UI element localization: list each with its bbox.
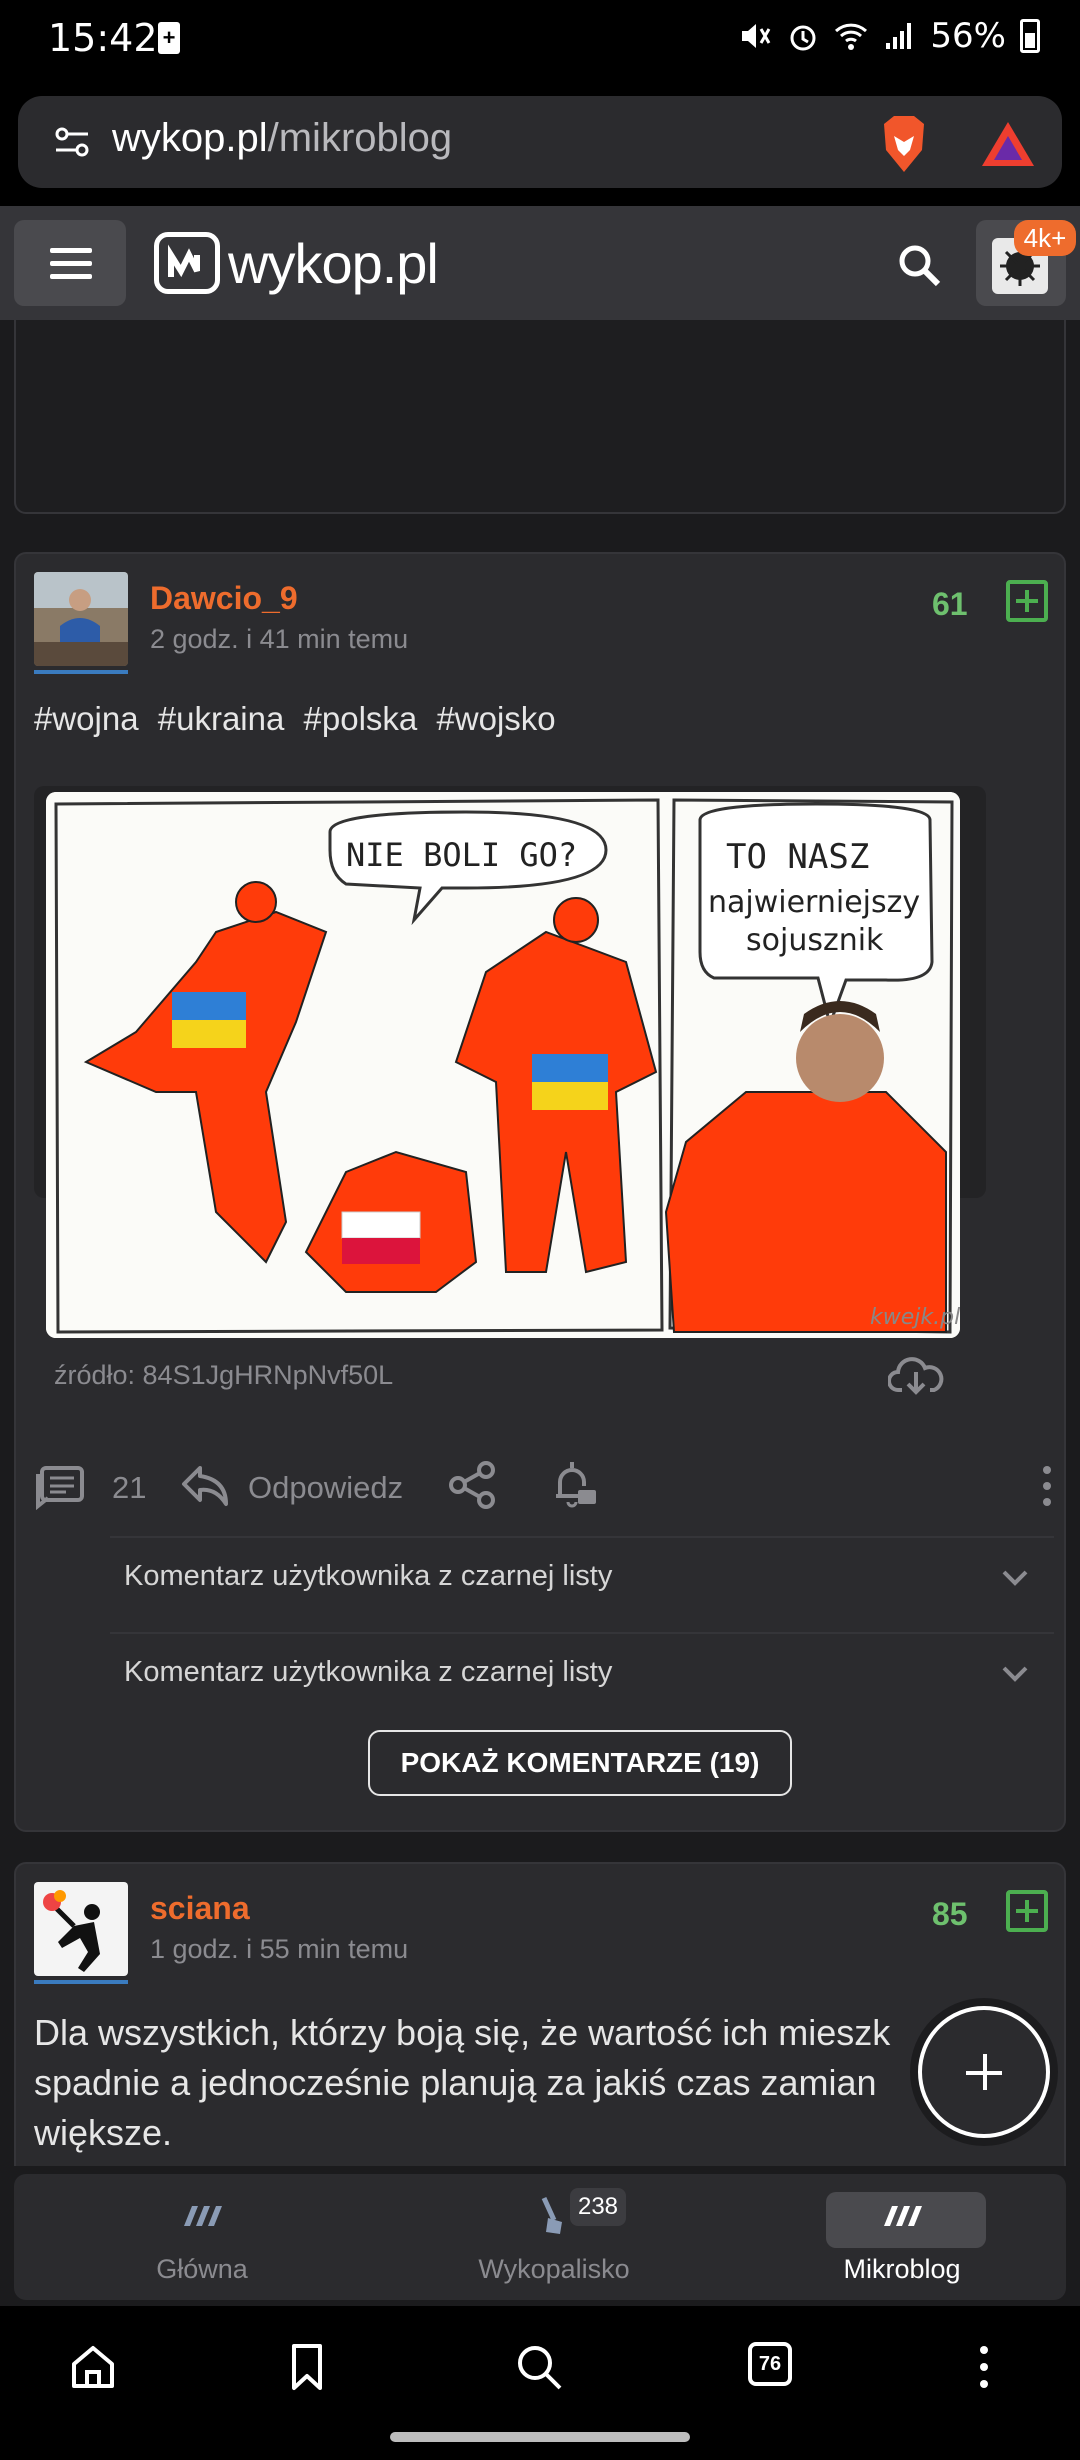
tag-link[interactable]: #wojsko [436, 700, 555, 737]
nav-item-mikroblog[interactable]: Mikroblog [732, 2174, 1072, 2300]
mikroblog-tab-icon [884, 2206, 922, 2226]
author-avatar[interactable] [34, 572, 128, 666]
browser-address-bar: wykop.pl/mikroblog [0, 78, 1080, 206]
show-comments-button[interactable]: POKAŻ KOMENTARZE (19) [368, 1730, 792, 1796]
upvote-button[interactable] [1006, 580, 1048, 622]
notifications-badge[interactable]: 4k+ [1014, 220, 1076, 256]
status-icons: 56% [738, 16, 1040, 56]
home-tab-icon [184, 2206, 222, 2226]
battery-percent: 56% [930, 16, 1006, 56]
blocked-comment-label: Komentarz użytkownika z czarnej listy [124, 1656, 613, 1688]
url-text[interactable]: wykop.pl/mikroblog [112, 116, 452, 161]
previous-post-card [14, 320, 1066, 514]
share-icon[interactable] [448, 1460, 498, 1510]
post-timestamp[interactable]: 1 godz. i 55 min temu [150, 1934, 408, 1965]
upvote-button[interactable] [1006, 1890, 1048, 1932]
wifi-icon [835, 23, 868, 50]
bubble-right-text-3: sojusznik [746, 923, 884, 958]
home-icon[interactable] [68, 2342, 118, 2392]
post-image[interactable]: NIE BOLI GO? TO NASZ najwierniejszy soju… [46, 792, 960, 1338]
signal-icon [886, 23, 912, 49]
post-card: sciana 1 godz. i 55 min temu 85 Dla wszy… [14, 1862, 1066, 2178]
search-icon[interactable] [514, 2342, 564, 2392]
post-tags: #wojna #ukraina #polska #wojsko [34, 700, 566, 738]
nav-label: Wykopalisko [478, 2254, 630, 2284]
bookmark-icon[interactable] [282, 2342, 332, 2392]
bubble-right-text-1: TO NASZ [726, 837, 869, 877]
more-menu-icon[interactable] [974, 2342, 1024, 2392]
logo-text: wykop.pl [228, 231, 439, 295]
author-avatar[interactable] [34, 1882, 128, 1976]
site-logo[interactable]: wykop.pl [154, 230, 439, 296]
alarm-icon [790, 25, 816, 51]
site-bottom-nav: Główna Wykopalisko Mikroblog [0, 2166, 1080, 2306]
brave-shields-icon[interactable] [876, 114, 932, 174]
status-time: 15:42 [48, 16, 158, 60]
post-card: Dawcio_9 2 godz. i 41 min temu 61 #wojna… [14, 552, 1066, 1832]
nav-item-glowna[interactable]: Główna [32, 2174, 372, 2300]
cloud-download-icon[interactable] [888, 1354, 944, 1396]
tag-link[interactable]: #wojna [34, 700, 139, 737]
bubble-left-text: NIE BOLI GO? [346, 836, 577, 874]
comments-count[interactable]: 21 [112, 1470, 146, 1506]
post-timestamp[interactable]: 2 godz. i 41 min temu [150, 624, 408, 655]
site-header: wykop.pl [0, 206, 1080, 320]
blocked-comment-label: Komentarz użytkownika z czarnej listy [124, 1560, 613, 1592]
tag-link[interactable]: #polska [304, 700, 418, 737]
mute-icon [742, 24, 771, 48]
chevron-down-icon[interactable] [1000, 1658, 1030, 1688]
search-icon[interactable] [896, 242, 942, 288]
blocked-comment[interactable]: Komentarz użytkownika z czarnej listy [110, 1632, 1054, 1712]
vote-score: 85 [932, 1896, 968, 1932]
image-source: źródło: 84S1JgHRNpNvf50L [54, 1360, 394, 1390]
gesture-home-indicator[interactable] [390, 2432, 690, 2442]
wykopalisko-count-badge: 238 [570, 2188, 626, 2226]
battery-saver-icon: + [158, 22, 180, 54]
reply-icon[interactable] [180, 1462, 230, 1508]
post-body: Dla wszystkich, którzy boją się, że wart… [34, 2012, 891, 2153]
blocked-comment[interactable]: Komentarz użytkownika z czarnej listy [110, 1536, 1054, 1616]
tag-link[interactable]: #ukraina [158, 700, 285, 737]
status-bar: 15:42 + 56% [0, 0, 1080, 78]
post-action-bar: 21 Odpowiedz [34, 1454, 1054, 1524]
more-options-icon[interactable] [1040, 1466, 1054, 1510]
avatar-underline [34, 670, 128, 674]
nav-label: Główna [156, 2254, 248, 2284]
nav-item-wykopalisko[interactable]: Wykopalisko [384, 2174, 724, 2300]
feed[interactable]: Dawcio_9 2 godz. i 41 min temu 61 #wojna… [0, 320, 1080, 2178]
hamburger-menu-button[interactable] [14, 220, 126, 306]
meme-watermark: kwejk.pl [870, 1305, 960, 1330]
battery-icon [1020, 19, 1040, 53]
site-settings-icon[interactable] [54, 126, 90, 158]
url-field[interactable]: wykop.pl/mikroblog [18, 96, 1062, 188]
bubble-right-text-2: najwierniejszy [708, 885, 920, 920]
comments-icon[interactable] [34, 1464, 86, 1510]
tabs-button[interactable]: 76 [748, 2342, 792, 2386]
avatar-underline [34, 1980, 128, 1984]
vote-score: 61 [932, 586, 968, 622]
rewards-triangle-icon[interactable] [978, 118, 1038, 170]
chevron-down-icon[interactable] [1000, 1562, 1030, 1592]
add-post-fab[interactable] [918, 2006, 1050, 2138]
author-username[interactable]: sciana [150, 1890, 250, 1927]
nav-label: Mikroblog [843, 2254, 961, 2284]
author-username[interactable]: Dawcio_9 [150, 580, 298, 617]
reply-button[interactable]: Odpowiedz [248, 1470, 403, 1506]
notification-bell-icon[interactable] [548, 1458, 598, 1510]
wykop-logo-icon [154, 232, 220, 294]
